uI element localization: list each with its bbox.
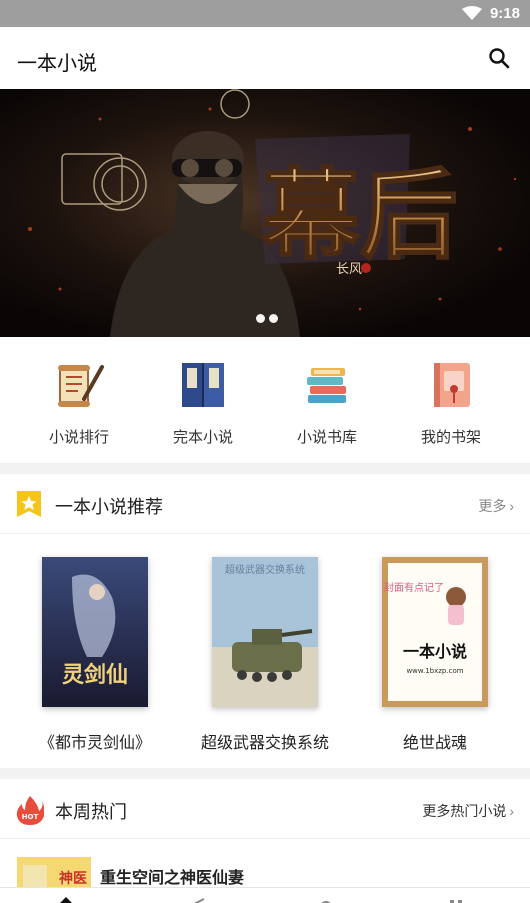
carousel-dot[interactable] (256, 314, 265, 323)
wifi-icon (462, 6, 482, 20)
scroll-ranking-icon (58, 365, 104, 407)
nav-label: 小说排行 (48, 429, 109, 446)
cover-text: 灵剑仙 (62, 662, 128, 688)
bottom-nav (0, 887, 530, 903)
carousel-indicator (256, 314, 278, 323)
banner-title: 幕后 (261, 158, 458, 273)
book-cover: 超级武器交换系统 (212, 557, 318, 707)
bookshelf-icon (434, 363, 470, 407)
recommend-more-link[interactable]: 更多 › (478, 496, 514, 516)
app-bar: 一本小说 (0, 27, 530, 89)
star-badge-icon (17, 491, 41, 517)
cover-text: 超级武器交换系统 (225, 563, 305, 576)
book-card[interactable]: 封面有点记了 一本小说 www.1bxzp.com 绝世战魂 (350, 557, 520, 753)
nav-item-bookshelf[interactable]: 我的书架 (396, 359, 506, 447)
nav-label: 完本小说 (172, 429, 233, 446)
book-card[interactable]: 灵剑仙 《都市灵剑仙》 (10, 557, 180, 753)
status-time: 9:18 (489, 5, 520, 22)
menu-icon[interactable] (446, 897, 466, 903)
more-label: 更多 (478, 498, 507, 514)
more-label: 更多热门小说 (422, 803, 507, 819)
cover-text: 一本小说 (403, 642, 467, 661)
nav-label: 我的书架 (420, 429, 481, 446)
book-stack-icon (307, 368, 346, 403)
book-card[interactable]: 超级武器交换系统 超级武器交换系统 (180, 557, 350, 753)
home-icon[interactable] (56, 897, 76, 903)
quick-nav: 小说排行 完本小说 小说书库 我的书架 (0, 337, 530, 463)
cover-sub-text: www.1bxzp.com (406, 667, 463, 675)
book-cover: 封面有点记了 一本小说 www.1bxzp.com (382, 557, 488, 707)
hot-title: 本周热门 (55, 802, 127, 822)
recommend-title: 一本小说推荐 (55, 497, 163, 517)
book-cover: 灵剑仙 (42, 557, 148, 707)
chevron-right-icon: › (509, 803, 514, 819)
thumb-text: 神医 (59, 870, 87, 887)
category-icon[interactable] (186, 897, 206, 903)
hot-fire-icon: HOT (16, 796, 44, 825)
hot-badge-text: HOT (22, 813, 39, 821)
chevron-right-icon: › (509, 498, 514, 514)
profile-icon[interactable] (316, 897, 336, 903)
nav-item-ranking[interactable]: 小说排行 (24, 359, 134, 447)
banner-carousel[interactable]: 幕后 长风 (0, 89, 530, 337)
recommend-section: 一本小说推荐 更多 › 灵剑仙 《都市灵剑仙》 超级武器交换系统 超级武器交换系… (0, 474, 530, 768)
recommend-header: 一本小说推荐 更多 › (0, 474, 530, 534)
carousel-dot[interactable] (269, 314, 278, 323)
cover-top-text: 封面有点记了 (384, 581, 444, 594)
search-icon[interactable] (488, 47, 510, 69)
book-title: 绝世战魂 (402, 735, 467, 752)
nav-item-complete[interactable]: 完本小说 (148, 359, 258, 447)
nav-item-library[interactable]: 小说书库 (272, 359, 382, 447)
nav-label: 小说书库 (296, 429, 357, 446)
complete-book-icon (182, 363, 224, 407)
hot-more-link[interactable]: 更多热门小说 › (422, 801, 514, 821)
banner-image: 幕后 长风 (0, 89, 530, 337)
banner-author: 长风 (336, 262, 362, 277)
book-title: 超级武器交换系统 (200, 735, 329, 752)
app-title: 一本小说 (17, 53, 97, 75)
hot-item-title: 重生空间之神医仙妻 (100, 870, 245, 887)
status-bar: 9:18 (0, 0, 530, 27)
hot-header: HOT 本周热门 更多热门小说 › (0, 779, 530, 839)
book-title: 《都市灵剑仙》 (38, 735, 151, 752)
